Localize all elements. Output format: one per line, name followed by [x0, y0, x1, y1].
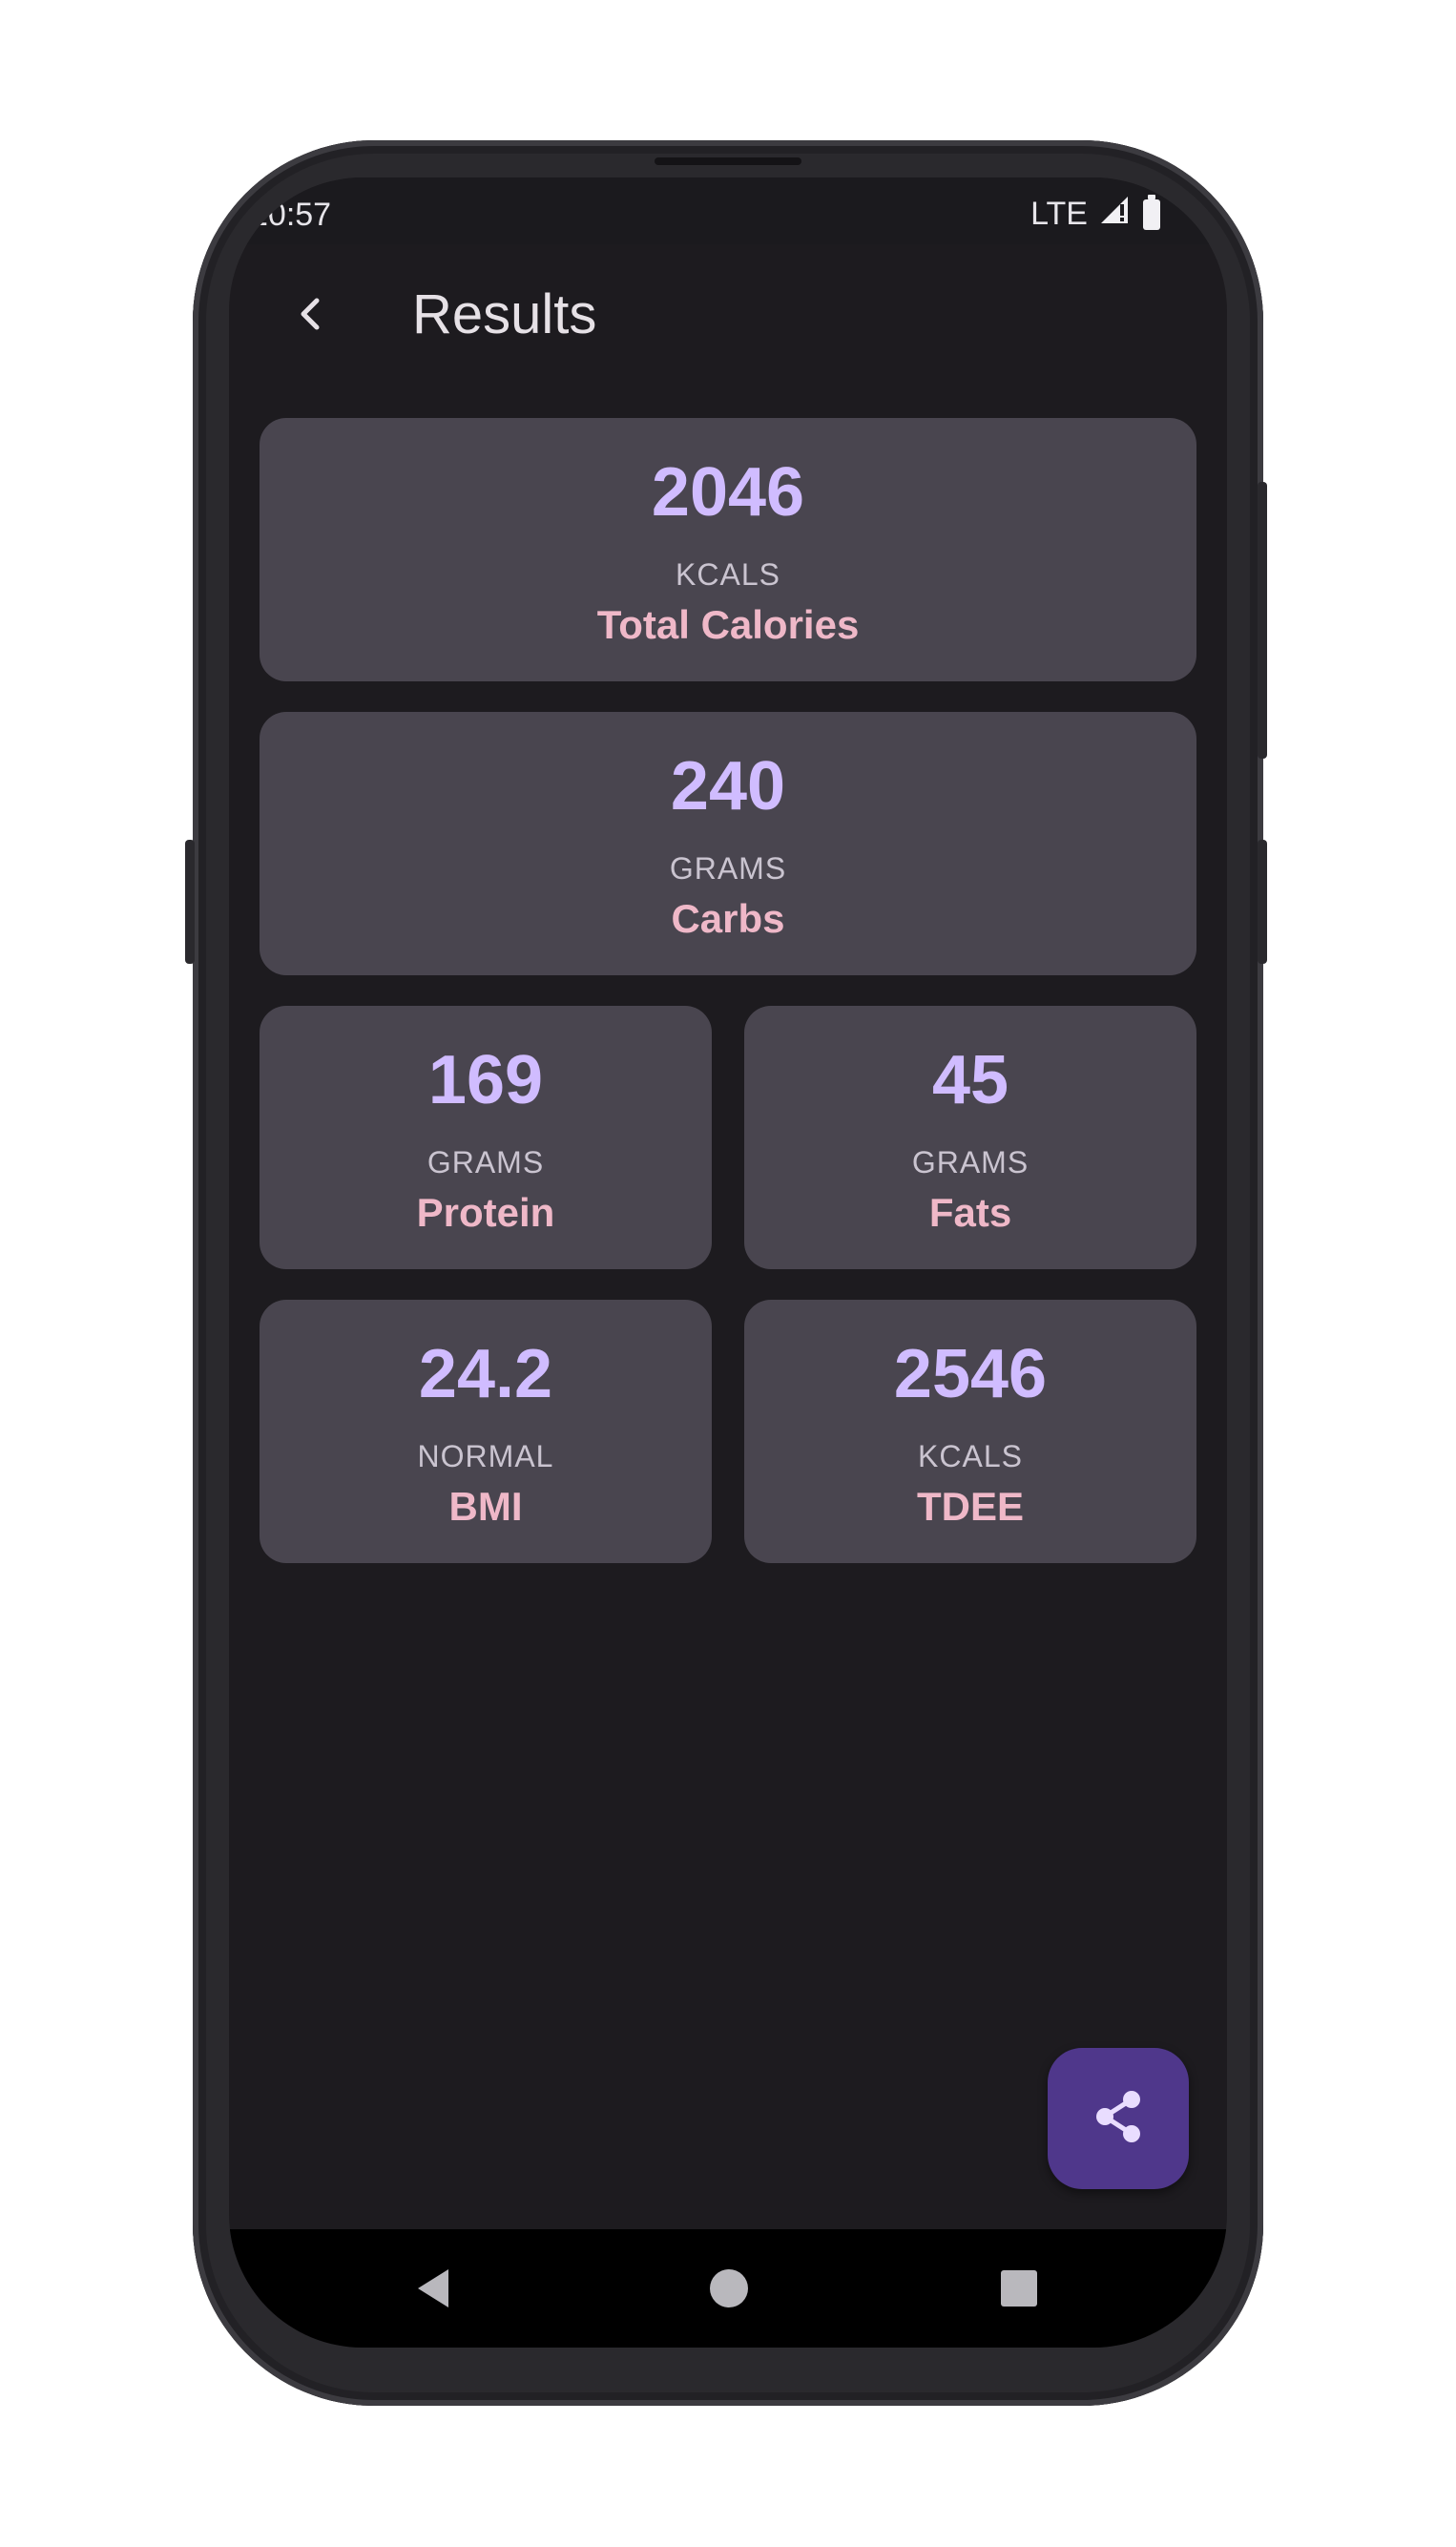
phone-power-button [1258, 482, 1267, 759]
tdee-value: 2546 [893, 1336, 1048, 1412]
tdee-card: 2546 KCALS TDEE [744, 1300, 1196, 1563]
nav-home-icon[interactable] [706, 2265, 752, 2311]
nav-recents-icon[interactable] [996, 2265, 1042, 2311]
tdee-label: TDEE [916, 1484, 1024, 1529]
app-bar: Results [229, 244, 1227, 387]
bmi-unit: NORMAL [417, 1439, 554, 1473]
total-calories-label: Total Calories [596, 602, 860, 647]
bmi-label: BMI [448, 1484, 523, 1529]
status-icons: LTE [1030, 194, 1160, 234]
tdee-unit: KCALS [918, 1439, 1023, 1473]
carbs-label: Carbs [671, 896, 785, 941]
share-icon [1092, 2088, 1145, 2150]
phone-volume-button [1258, 840, 1267, 964]
share-button[interactable] [1048, 2048, 1189, 2189]
status-bar: 10:57 LTE [229, 177, 1227, 244]
battery-icon [1143, 194, 1160, 230]
bmi-card: 24.2 NORMAL BMI [260, 1300, 712, 1563]
total-calories-unit: KCALS [676, 557, 780, 592]
bmi-value: 24.2 [418, 1336, 553, 1412]
nav-back-icon[interactable] [410, 2265, 456, 2311]
network-type: LTE [1030, 196, 1088, 232]
phone-screen: 10:57 LTE Results 2046 KCALS Total Calor… [229, 177, 1227, 2348]
protein-card: 169 GRAMS Protein [260, 1006, 712, 1269]
carbs-value: 240 [670, 748, 786, 825]
fats-card: 45 GRAMS Fats [744, 1006, 1196, 1269]
earpiece [655, 157, 801, 165]
total-calories-value: 2046 [651, 454, 805, 531]
page-title: Results [412, 283, 597, 345]
protein-value: 169 [427, 1042, 544, 1118]
fats-label: Fats [928, 1190, 1012, 1235]
back-arrow-icon[interactable] [286, 290, 334, 338]
status-time: 10:57 [250, 197, 332, 233]
system-nav-bar [229, 2229, 1227, 2348]
carbs-card: 240 GRAMS Carbs [260, 712, 1196, 975]
fats-value: 45 [931, 1042, 1009, 1118]
phone-left-button [185, 840, 195, 964]
total-calories-card: 2046 KCALS Total Calories [260, 418, 1196, 681]
protein-label: Protein [416, 1190, 555, 1235]
protein-unit: GRAMS [426, 1145, 545, 1180]
signal-icon [1099, 195, 1132, 234]
fats-unit: GRAMS [911, 1145, 1030, 1180]
carbs-unit: GRAMS [669, 851, 787, 886]
